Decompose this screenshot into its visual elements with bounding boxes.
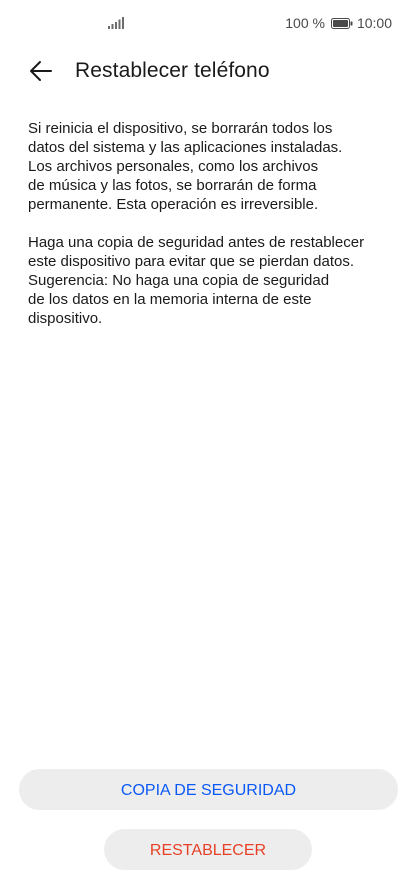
page-title: Restablecer teléfono xyxy=(75,59,270,82)
status-bar: 100 % 10:00 xyxy=(0,0,416,48)
signal-icon xyxy=(108,17,124,29)
reset-button[interactable]: RESTABLECER xyxy=(104,829,312,870)
back-button[interactable] xyxy=(28,58,54,84)
status-right: 100 % 10:00 xyxy=(285,15,392,31)
reset-warning-text: Si reinicia el dispositivo, se borrarán … xyxy=(28,120,343,213)
backup-button[interactable]: COPIA DE SEGURIDAD xyxy=(19,769,398,810)
battery-percent: 100 % xyxy=(285,15,325,31)
backup-advice-text: Haga una copia de seguridad antes de res… xyxy=(28,234,365,327)
clock: 10:00 xyxy=(356,15,392,31)
description: Si reinicia el dispositivo, se borrarán … xyxy=(28,119,390,347)
battery-icon xyxy=(330,17,353,29)
app-bar: Restablecer teléfono xyxy=(0,52,416,96)
arrow-left-icon xyxy=(30,61,52,81)
